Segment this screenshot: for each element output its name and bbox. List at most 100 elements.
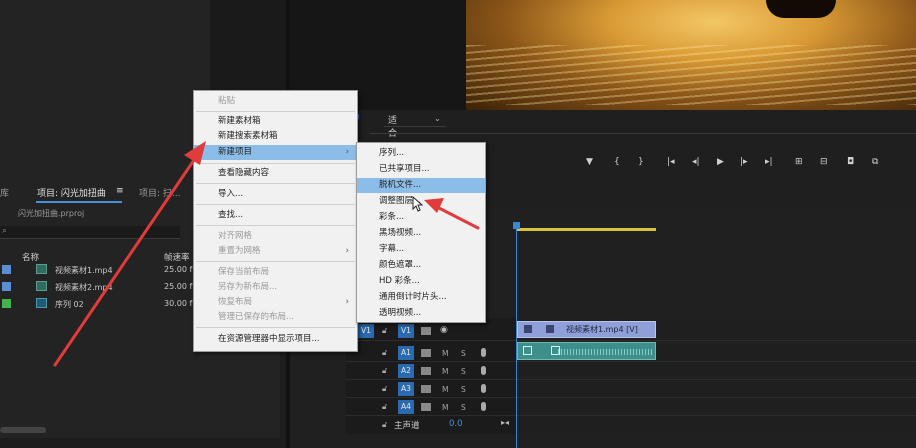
- menu-item-label: 导入...: [218, 189, 244, 199]
- mark-in-icon[interactable]: {: [614, 157, 620, 167]
- dropdown-underline: [384, 126, 446, 127]
- source-patch-v1[interactable]: V1: [358, 324, 374, 338]
- menu-item-restore-layout[interactable]: 恢复布局 ›: [194, 295, 357, 310]
- submenu-item-hd-bars[interactable]: HD 彩条...: [357, 274, 485, 289]
- lock-icon[interactable]: 🔓︎: [382, 420, 387, 430]
- mark-out-icon[interactable]: }: [638, 157, 644, 167]
- track-target-a1[interactable]: A1: [398, 346, 414, 360]
- menu-item-new-bin[interactable]: 新建素材箱: [194, 114, 357, 129]
- menu-item-paste[interactable]: 粘贴: [194, 94, 357, 109]
- menu-separator: [196, 111, 355, 112]
- master-volume[interactable]: 0.0: [449, 419, 463, 429]
- step-back-icon[interactable]: ◂|: [692, 157, 700, 167]
- work-area-bar[interactable]: [516, 228, 656, 231]
- tab-menu-icon[interactable]: ≡: [116, 186, 124, 196]
- menu-item-view-hidden[interactable]: 查看隐藏内容: [194, 166, 357, 181]
- menu-item-new-search-bin[interactable]: 新建搜索素材箱: [194, 129, 357, 144]
- menu-item-manage-layouts[interactable]: 管理已保存的布局...: [194, 310, 357, 325]
- extract-icon[interactable]: ⊟: [820, 157, 828, 167]
- mic-icon[interactable]: [481, 402, 486, 411]
- go-to-end-icon[interactable]: ▸◂: [501, 418, 509, 427]
- track-target-a4[interactable]: A4: [398, 400, 414, 414]
- submenu-item-color-matte[interactable]: 颜色遮罩...: [357, 258, 485, 273]
- menu-item-save-as-layout[interactable]: 另存为新布局...: [194, 280, 357, 295]
- mic-icon[interactable]: [481, 348, 486, 357]
- link-icon: [546, 325, 554, 333]
- submenu-item-caption[interactable]: 字幕...: [357, 242, 485, 257]
- search-input[interactable]: ⌕: [0, 226, 180, 239]
- solo-button[interactable]: S: [461, 367, 466, 376]
- playhead-line[interactable]: [516, 222, 517, 448]
- sync-lock-icon[interactable]: [421, 349, 431, 357]
- submenu-item-offline-file[interactable]: 脱机文件...: [357, 178, 485, 193]
- add-marker-icon[interactable]: ▼: [586, 157, 593, 167]
- mute-button[interactable]: M: [442, 385, 448, 394]
- compare-icon[interactable]: ⧉: [872, 157, 878, 167]
- label-color-chip[interactable]: [2, 299, 11, 308]
- playhead-handle[interactable]: [513, 222, 520, 229]
- lock-icon[interactable]: 🔓︎: [382, 366, 387, 376]
- solo-button[interactable]: S: [461, 385, 466, 394]
- menu-item-reveal-in-explorer[interactable]: 在资源管理器中显示项目...: [194, 332, 357, 347]
- mic-icon[interactable]: [481, 366, 486, 375]
- menu-item-import[interactable]: 导入...: [194, 187, 357, 202]
- submenu-item-bars[interactable]: 彩条...: [357, 210, 485, 225]
- solo-button[interactable]: S: [461, 403, 466, 412]
- camera-icon[interactable]: ◘: [847, 157, 854, 167]
- go-to-out-icon[interactable]: ▸|: [765, 157, 773, 167]
- sync-lock-icon[interactable]: [421, 385, 431, 393]
- submenu-item-transparent-video[interactable]: 透明视频...: [357, 306, 485, 321]
- menu-item-label: HD 彩条...: [379, 276, 420, 286]
- track-divider: [346, 361, 916, 362]
- submenu-item-shared-project[interactable]: 已共享项目...: [357, 162, 485, 177]
- menu-item-align-grid[interactable]: 对齐网格: [194, 229, 357, 244]
- search-icon: ⌕: [2, 226, 8, 236]
- menu-item-label: 已共享项目...: [379, 164, 430, 174]
- mute-button[interactable]: M: [442, 403, 448, 412]
- mute-button[interactable]: M: [442, 349, 448, 358]
- menu-item-label: 彩条...: [379, 212, 405, 222]
- menu-item-label: 透明视频...: [379, 308, 422, 318]
- step-forward-icon[interactable]: |▸: [740, 157, 748, 167]
- sync-lock-icon[interactable]: [421, 403, 431, 411]
- lock-icon[interactable]: 🔓︎: [382, 384, 387, 394]
- submenu-item-black-video[interactable]: 黑场视频...: [357, 226, 485, 241]
- menu-item-find[interactable]: 查找...: [194, 208, 357, 223]
- lock-icon[interactable]: 🔓︎: [382, 348, 387, 358]
- tab-library[interactable]: 库: [0, 186, 9, 199]
- track-target-a2[interactable]: A2: [398, 364, 414, 378]
- label-color-chip[interactable]: [2, 282, 11, 291]
- menu-item-label: 恢复布局: [218, 297, 253, 307]
- video-clip[interactable]: 视频素材1.mp4 [V]: [517, 321, 656, 338]
- menu-item-label: 新建素材箱: [218, 116, 261, 126]
- tab-project-other[interactable]: 项目: 扫...: [139, 186, 180, 199]
- mic-icon[interactable]: [481, 384, 486, 393]
- tab-project[interactable]: 项目: 闪光加扭曲: [37, 186, 106, 199]
- mute-button[interactable]: M: [442, 367, 448, 376]
- scrub-bar[interactable]: [370, 133, 916, 134]
- lock-icon[interactable]: 🔓︎: [382, 326, 387, 336]
- track-target-a3[interactable]: A3: [398, 382, 414, 396]
- submenu-item-sequence[interactable]: 序列...: [357, 146, 485, 161]
- label-color-chip[interactable]: [2, 265, 11, 274]
- sync-lock-icon[interactable]: [421, 327, 431, 335]
- menu-item-save-layout[interactable]: 保存当前布局: [194, 265, 357, 280]
- menu-item-reset-grid[interactable]: 重置为网格 ›: [194, 244, 357, 259]
- eye-icon[interactable]: ◉: [440, 325, 448, 335]
- solo-button[interactable]: S: [461, 349, 466, 358]
- sync-lock-icon[interactable]: [421, 367, 431, 375]
- menu-item-label: 黑场视频...: [379, 228, 422, 238]
- submenu-item-countdown[interactable]: 通用倒计时片头...: [357, 290, 485, 305]
- track-divider: [346, 415, 916, 416]
- play-icon[interactable]: ▶: [717, 157, 724, 167]
- audio-clip[interactable]: [517, 342, 656, 360]
- menu-item-label: 序列...: [379, 148, 405, 158]
- chevron-down-icon[interactable]: ⌄: [434, 114, 441, 123]
- horizontal-scrollbar[interactable]: [0, 427, 46, 433]
- menu-item-new-item[interactable]: 新建项目 ›: [194, 145, 357, 160]
- go-to-in-icon[interactable]: |◂: [667, 157, 675, 167]
- lock-icon[interactable]: 🔓︎: [382, 402, 387, 412]
- menu-item-label: 新建项目: [218, 147, 253, 157]
- track-target-v1[interactable]: V1: [398, 324, 414, 338]
- lift-icon[interactable]: ⊞: [795, 157, 803, 167]
